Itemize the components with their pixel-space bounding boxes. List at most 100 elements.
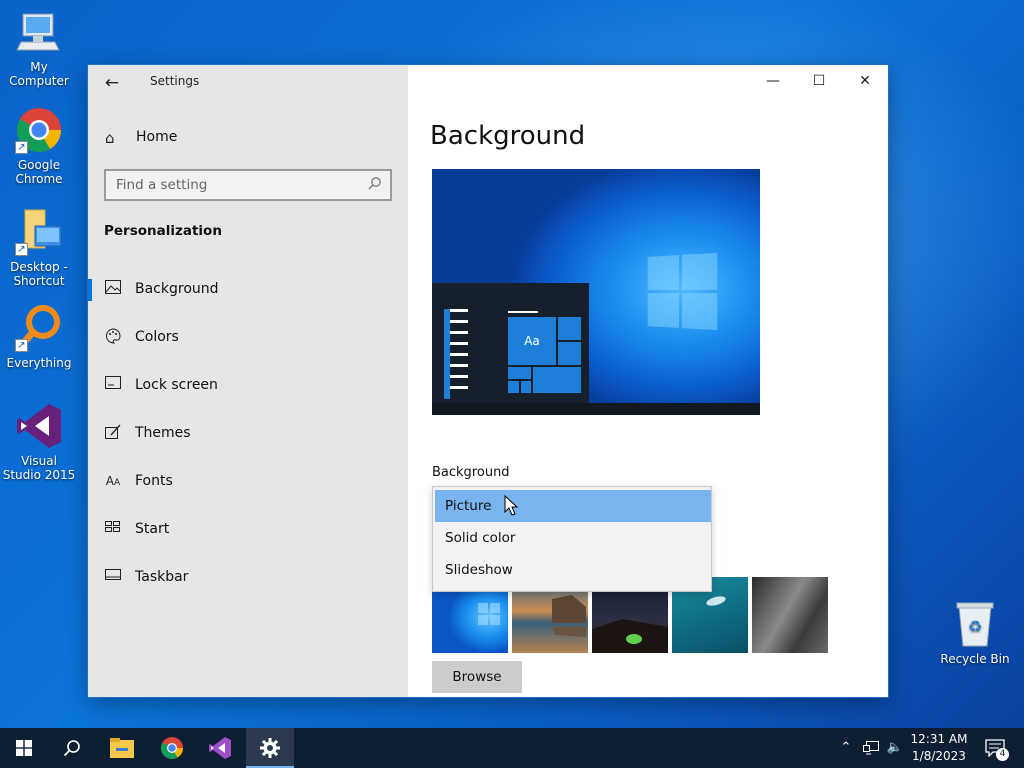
desktop-icon-label: Desktop - Shortcut [10,260,68,288]
file-explorer-icon [110,738,134,758]
desktop-icon-everything[interactable]: ↗ Everything [1,304,77,370]
recent-picture-thumbnail[interactable] [752,577,828,653]
desktop-icon-label: My Computer [9,60,69,88]
themes-icon [104,424,122,442]
preview-taskbar [432,403,760,415]
maximize-button[interactable]: ☐ [796,65,842,97]
settings-window: ← Settings ⌂ Home Personalization Backgr… [88,65,888,697]
desktop-icon-my-computer[interactable]: My Computer [1,8,77,88]
desktop-icon-label: Visual Studio 2015 [2,454,76,482]
chrome-icon [161,737,183,759]
content-pane: — ☐ ✕ Background Aa Background Picture S… [408,65,888,697]
preview-start-menu: Aa [432,283,589,415]
taskbar-settings[interactable] [246,728,294,768]
page-title: Background [430,121,586,151]
clock-date: 1/8/2023 [912,749,966,763]
shortcut-arrow-icon: ↗ [15,243,28,256]
computer-icon [15,8,63,56]
dropdown-option-slideshow[interactable]: Slideshow [435,554,711,586]
volume-button[interactable]: 🔈 [884,728,906,768]
recycle-bin-icon: ♻ [953,600,997,648]
nav-home-label: Home [136,129,178,145]
notification-count-badge: 4 [996,748,1009,761]
gear-icon [260,738,280,758]
chevron-up-icon: ⌃ [840,740,852,755]
desktop-icon-google-chrome[interactable]: ↗ Google Chrome [1,106,77,186]
speaker-icon: 🔈 [886,740,904,755]
visual-studio-icon [209,737,231,759]
selected-indicator [88,279,92,301]
home-icon: ⌂ [105,129,115,147]
window-title: Settings [150,74,200,88]
folder-icon: ↗ [15,208,63,256]
minimize-icon: — [766,73,780,89]
taskbar-chrome[interactable] [148,728,196,768]
nav-item-label: Fonts [135,473,173,489]
desktop-icon-recycle-bin[interactable]: ♻ Recycle Bin [938,600,1012,666]
maximize-icon: ☐ [812,73,826,89]
desktop-icon-label: Everything [6,356,72,370]
shortcut-arrow-icon: ↗ [15,339,28,352]
shortcut-arrow-icon: ↗ [15,141,28,154]
search-box [104,169,392,201]
nav-item-label: Background [135,281,219,297]
nav-item-label: Themes [135,425,191,441]
background-label: Background [432,465,510,480]
nav-item-label: Taskbar [135,569,189,585]
nav-home[interactable]: ⌂ Home [88,123,408,153]
nav-item-lock-screen[interactable]: Lock screen [88,366,408,406]
show-hidden-icons-button[interactable]: ⌃ [836,728,856,768]
close-button[interactable]: ✕ [842,65,888,97]
palette-icon [104,328,122,346]
nav-item-background[interactable]: Background [88,270,408,310]
desktop-icon-desktop-shortcut[interactable]: ↗ Desktop - Shortcut [1,208,77,288]
nav-item-fonts[interactable]: AA Fonts [88,462,408,502]
fonts-icon: AA [105,474,121,488]
arrow-left-icon: ← [104,73,120,93]
picture-icon [104,280,122,298]
nav-item-themes[interactable]: Themes [88,414,408,454]
taskbar-icon [104,568,122,586]
nav-item-label: Lock screen [135,377,218,393]
close-icon: ✕ [859,73,871,89]
taskbar-search-button[interactable] [48,728,96,768]
taskbar-visual-studio[interactable] [196,728,244,768]
visual-studio-icon [15,402,63,450]
windows-start-icon [16,740,32,756]
start-icon [104,520,122,538]
dropdown-option-picture[interactable]: Picture [435,490,711,522]
section-heading: Personalization [104,223,222,239]
navigation-pane: ← Settings ⌂ Home Personalization Backgr… [88,65,408,697]
desktop-icon-label: Google Chrome [15,158,63,186]
desktop-icon-visual-studio[interactable]: Visual Studio 2015 [1,402,77,482]
everything-search-icon: ↗ [15,304,63,352]
search-input[interactable] [106,171,356,199]
clock-time: 12:31 AM [910,732,968,746]
taskbar: ⌃ 🔈 12:31 AM 1/8/2023 4 [0,728,1024,768]
search-icon [63,740,80,757]
network-icon [863,741,879,755]
taskbar-file-explorer[interactable] [98,728,146,768]
desktop-icon-label: Recycle Bin [940,652,1010,666]
network-button[interactable] [860,728,882,768]
nav-item-start[interactable]: Start [88,510,408,550]
mouse-cursor-icon [504,495,518,516]
nav-item-taskbar[interactable]: Taskbar [88,558,408,598]
browse-button[interactable]: Browse [432,661,522,693]
lock-screen-icon [104,376,122,394]
background-preview: Aa [432,169,760,415]
system-clock[interactable]: 12:31 AM 1/8/2023 [906,731,972,765]
minimize-button[interactable]: — [750,65,796,97]
action-center-button[interactable]: 4 [978,728,1012,768]
search-icon[interactable] [368,176,382,194]
chrome-icon: ↗ [15,106,63,154]
nav-item-label: Start [135,521,170,537]
nav-item-label: Colors [135,329,179,345]
dropdown-option-solid-color[interactable]: Solid color [435,522,711,554]
start-button[interactable] [0,728,48,768]
svg-text:♻: ♻ [968,617,982,636]
preview-tile: Aa [508,317,556,365]
back-button[interactable]: ← [98,69,126,97]
nav-item-colors[interactable]: Colors [88,318,408,358]
background-dropdown-list: Picture Solid color Slideshow [432,486,712,592]
